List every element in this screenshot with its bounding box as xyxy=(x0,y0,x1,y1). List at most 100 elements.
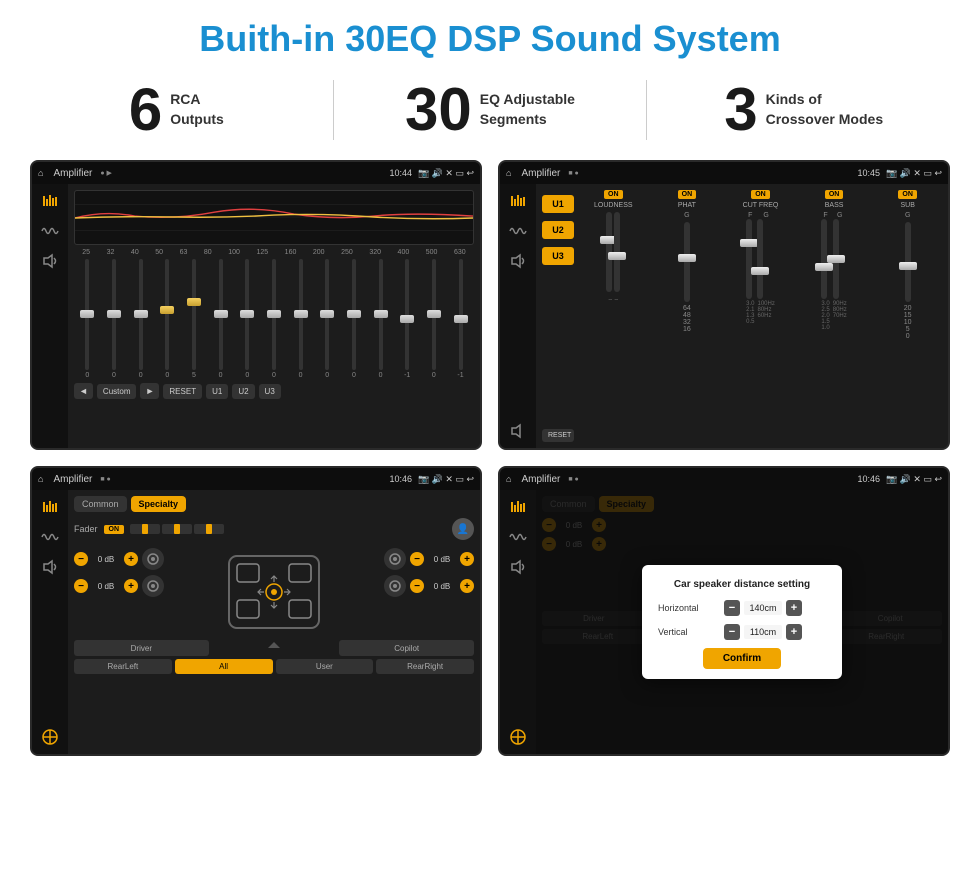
eq-sliders[interactable]: 0 0 0 0 5 xyxy=(74,259,474,379)
rearright-btn[interactable]: RearRight xyxy=(376,659,474,674)
screen2-reset-btn[interactable]: RESET xyxy=(542,429,574,442)
eq-freq-labels: 253240506380100125160200250320400500630 xyxy=(74,249,474,256)
specialty-tab[interactable]: Specialty xyxy=(131,496,187,512)
horizontal-value: 140cm xyxy=(744,601,782,615)
copilot-btn[interactable]: Copilot xyxy=(339,640,474,656)
nav3-eq-icon[interactable] xyxy=(37,496,63,518)
rr-minus-btn[interactable]: − xyxy=(410,579,424,593)
rl-minus-btn[interactable]: − xyxy=(74,579,88,593)
u2-button[interactable]: U2 xyxy=(542,221,574,239)
phat-on-badge[interactable]: ON xyxy=(678,190,697,199)
rl-speaker xyxy=(142,575,164,597)
screen1-dots: ● ▶ xyxy=(100,169,112,177)
eq-slider-630[interactable]: -1 xyxy=(452,259,470,379)
eq-prev-btn[interactable]: ◄ xyxy=(74,383,93,399)
cutfreq-on-badge[interactable]: ON xyxy=(751,190,770,199)
eq-slider-125[interactable]: 0 xyxy=(265,259,283,379)
vertical-minus-btn[interactable]: − xyxy=(724,624,740,640)
sub-on-badge[interactable]: ON xyxy=(898,190,917,199)
screen4-main: Common Specialty − 0 dB + − xyxy=(536,490,948,754)
eq-next-btn[interactable]: ► xyxy=(140,383,159,399)
u1-button[interactable]: U1 xyxy=(542,195,574,213)
nav4-speaker-icon[interactable] xyxy=(505,556,531,578)
nav2-speaker-icon[interactable] xyxy=(505,250,531,272)
ctrl-bass: ON BASS F 3.0 2.5 2.0 1.5 1 xyxy=(800,190,869,442)
nav3-wave-icon[interactable] xyxy=(37,526,63,548)
horizontal-minus-btn[interactable]: − xyxy=(724,600,740,616)
nav2-wave-icon[interactable] xyxy=(505,220,531,242)
eq-u1-btn[interactable]: U1 xyxy=(206,384,228,399)
user-btn[interactable]: User xyxy=(276,659,374,674)
screen3-home-icon[interactable]: ⌂ xyxy=(38,474,43,484)
feature-crossover-text2: Crossover Modes xyxy=(766,110,883,130)
eq-slider-200[interactable]: 0 xyxy=(318,259,336,379)
eq-slider-32[interactable]: 0 xyxy=(105,259,123,379)
nav3-balance-icon[interactable] xyxy=(37,726,63,748)
eq-slider-50[interactable]: 0 xyxy=(158,259,176,379)
eq-slider-500[interactable]: 0 xyxy=(425,259,443,379)
eq-preset-btn[interactable]: Custom xyxy=(97,384,137,399)
feature-crossover-text1: Kinds of xyxy=(766,90,883,110)
common-tab[interactable]: Common xyxy=(74,496,127,512)
nav4-balance-icon[interactable] xyxy=(505,726,531,748)
eq-u3-btn[interactable]: U3 xyxy=(259,384,281,399)
all-btn[interactable]: All xyxy=(175,659,273,674)
profile-icon[interactable]: 👤 xyxy=(452,518,474,540)
dialog-title: Car speaker distance setting xyxy=(658,579,826,590)
eq-slider-40[interactable]: 0 xyxy=(132,259,150,379)
eq-slider-250[interactable]: 0 xyxy=(345,259,363,379)
fr-plus-btn[interactable]: + xyxy=(460,552,474,566)
fr-db-value: 0 dB xyxy=(428,555,456,564)
eq-reset-btn[interactable]: RESET xyxy=(163,384,202,399)
bass-on-badge[interactable]: ON xyxy=(825,190,844,199)
eq-u2-btn[interactable]: U2 xyxy=(232,384,254,399)
vertical-stepper: − 110cm + xyxy=(724,624,802,640)
screen4-home-icon[interactable]: ⌂ xyxy=(506,474,511,484)
nav-eq-icon[interactable] xyxy=(37,190,63,212)
rearleft-btn[interactable]: RearLeft xyxy=(74,659,172,674)
bass-label: BASS xyxy=(825,202,844,209)
rr-speaker xyxy=(384,575,406,597)
vertical-plus-btn[interactable]: + xyxy=(786,624,802,640)
eq-slider-320[interactable]: 0 xyxy=(372,259,390,379)
confirm-button[interactable]: Confirm xyxy=(703,648,781,669)
feature-eq-number: 30 xyxy=(405,80,472,140)
screen2-home-icon[interactable]: ⌂ xyxy=(506,168,511,178)
rr-plus-btn[interactable]: + xyxy=(460,579,474,593)
driver-btn[interactable]: Driver xyxy=(74,640,209,656)
u3-button[interactable]: U3 xyxy=(542,247,574,265)
screen4-app-name: Amplifier xyxy=(521,474,560,485)
screen3-bottom-btns: Driver Copilot xyxy=(74,640,474,656)
nav-speaker-icon[interactable] xyxy=(37,250,63,272)
eq-slider-160[interactable]: 0 xyxy=(292,259,310,379)
nav2-eq-icon[interactable] xyxy=(505,190,531,212)
fl-plus-btn[interactable]: + xyxy=(124,552,138,566)
fl-db-control: − 0 dB + xyxy=(74,548,164,570)
screen4-icons: 📷 🔊 ✕ ▭ ↩ xyxy=(886,474,942,485)
nav-wave-icon[interactable] xyxy=(37,220,63,242)
rl-plus-btn[interactable]: + xyxy=(124,579,138,593)
eq-slider-63[interactable]: 5 xyxy=(185,259,203,379)
fader-on-toggle[interactable]: ON xyxy=(104,525,125,534)
nav2-volume-icon[interactable] xyxy=(505,420,531,442)
loudness-on-badge[interactable]: ON xyxy=(604,190,623,199)
eq-slider-100[interactable]: 0 xyxy=(238,259,256,379)
fr-minus-btn[interactable]: − xyxy=(410,552,424,566)
screen4-dots: ■ ● xyxy=(568,476,578,483)
horizontal-plus-btn[interactable]: + xyxy=(786,600,802,616)
page-title: Buith-in 30EQ DSP Sound System xyxy=(0,0,980,70)
nav3-speaker-icon[interactable] xyxy=(37,556,63,578)
eq-slider-25[interactable]: 0 xyxy=(78,259,96,379)
screen3-bottom-btns2: RearLeft All User RearRight xyxy=(74,659,474,674)
screen1-home-icon[interactable]: ⌂ xyxy=(38,168,43,178)
nav4-wave-icon[interactable] xyxy=(505,526,531,548)
eq-slider-80[interactable]: 0 xyxy=(212,259,230,379)
nav4-eq-icon[interactable] xyxy=(505,496,531,518)
screen3-main: Common Specialty Fader ON 👤 xyxy=(68,490,480,754)
fader-right-controls: − 0 dB + − 0 dB + xyxy=(384,548,474,636)
car-diagram-container xyxy=(168,548,380,636)
screen3-icons: 📷 🔊 ✕ ▭ ↩ xyxy=(418,474,474,485)
fl-minus-btn[interactable]: − xyxy=(74,552,88,566)
feature-eq-text2: Segments xyxy=(480,110,575,130)
eq-slider-400[interactable]: -1 xyxy=(398,259,416,379)
